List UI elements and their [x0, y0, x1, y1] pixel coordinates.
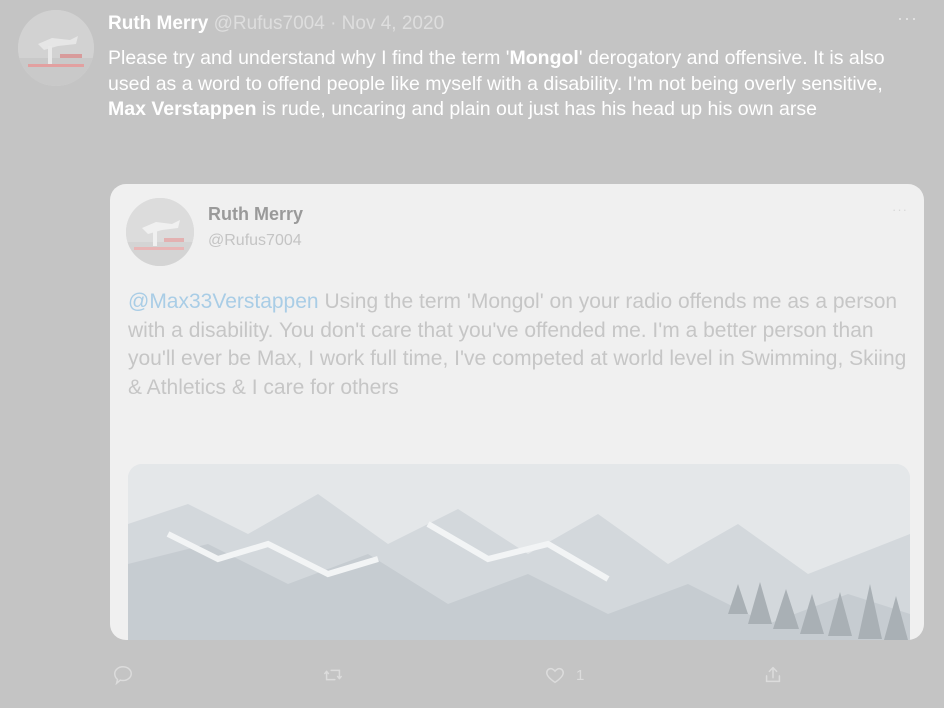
like-button[interactable]: 1 [544, 664, 584, 686]
tweet-actions: 1 [108, 664, 808, 692]
quoted-tweet-text: @Max33Verstappen Using the term 'Mongol'… [128, 288, 918, 402]
tweet[interactable]: Ruth Merry @Rufus7004 · Nov 4, 2020 ··· … [0, 0, 944, 708]
quoted-tweet-card[interactable]: Ruth Merry @Rufus7004 ··· @Max33Verstapp… [110, 184, 924, 640]
tweet-text: Please try and understand why I find the… [108, 46, 908, 123]
quoted-author-avatar[interactable] [126, 198, 194, 266]
quoted-more-icon[interactable]: ··· [892, 202, 908, 217]
share-button[interactable] [762, 664, 784, 686]
author-handle[interactable]: @Rufus7004 [214, 13, 325, 34]
retweet-icon [324, 669, 342, 681]
reply-icon [114, 666, 132, 686]
more-options-icon[interactable]: ··· [897, 8, 918, 29]
heart-icon [546, 667, 564, 684]
author-avatar[interactable] [18, 10, 94, 86]
tweet-bold-term: Mongol [509, 47, 579, 69]
tweet-bold-name: Max Verstappen [108, 98, 257, 120]
share-icon [765, 666, 781, 683]
mention-link[interactable]: @Max33Verstappen [128, 290, 319, 313]
quoted-tweet-image[interactable] [128, 464, 910, 640]
tweet-date[interactable]: Nov 4, 2020 [342, 13, 444, 34]
quoted-author-handle[interactable]: @Rufus7004 [208, 232, 302, 250]
like-count: 1 [576, 666, 585, 684]
reply-button[interactable] [112, 664, 134, 686]
quoted-author-name[interactable]: Ruth Merry [208, 204, 303, 225]
tweet-text-part: is rude, uncaring and plain out just has… [256, 98, 817, 120]
tweet-text-part: Please try and understand why I find the… [108, 47, 510, 69]
retweet-button[interactable] [322, 664, 344, 686]
separator-dot: · [330, 13, 337, 34]
author-name[interactable]: Ruth Merry [108, 13, 208, 34]
tweet-header: Ruth Merry @Rufus7004 · Nov 4, 2020 [108, 12, 444, 36]
